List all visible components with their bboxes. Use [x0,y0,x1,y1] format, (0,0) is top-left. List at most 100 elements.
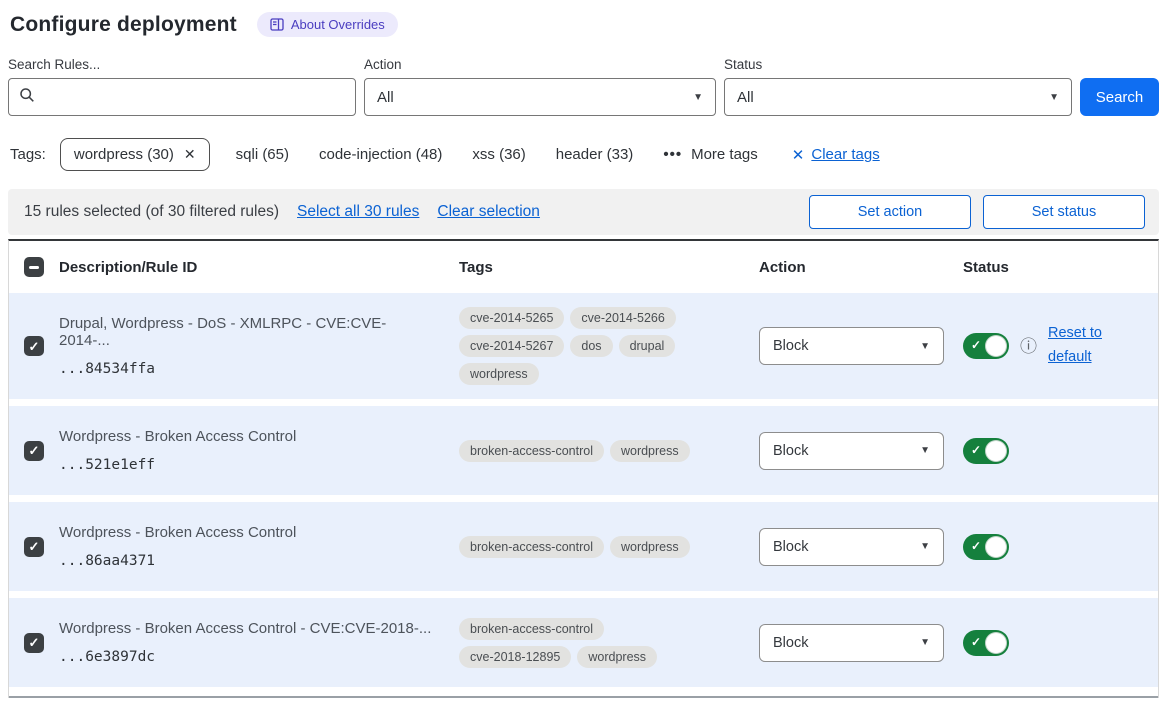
rule-tag-chip: cve-2014-5267 [459,335,564,357]
action-select[interactable]: Block ▼ [759,528,944,566]
action-select[interactable]: Block ▼ [759,327,944,365]
status-toggle[interactable]: ✓ [963,333,1009,359]
check-icon: ✓ [29,636,40,649]
about-overrides-badge[interactable]: About Overrides [257,12,398,37]
rule-tag-chip: wordpress [610,536,690,558]
selected-tag-wordpress[interactable]: wordpress (30) ✕ [60,138,210,171]
rule-tag-chip: cve-2014-5265 [459,307,564,329]
tag-filter[interactable]: header (33) [556,146,634,163]
chevron-down-icon: ▼ [693,92,703,103]
action-filter-value: All [377,89,394,106]
action-filter-select[interactable]: All ▼ [364,78,716,116]
toggle-knob [985,440,1007,462]
rule-id: ...521e1eff [59,457,435,473]
search-rules-field: Search Rules... [8,57,356,116]
action-select-value: Block [773,635,808,651]
rule-tag-chip: broken-access-control [459,618,604,640]
table-body: ✓ Drupal, Wordpress - DoS - XMLRPC - CVE… [9,293,1158,694]
remove-tag-icon[interactable]: ✕ [184,146,196,163]
reset-to-default-link[interactable]: Reset to default [1048,322,1112,370]
clear-tags-label: Clear tags [811,146,879,163]
check-icon: ✓ [29,340,40,353]
status-toggle[interactable]: ✓ [963,534,1009,560]
chevron-down-icon: ▼ [920,637,930,648]
search-button[interactable]: Search [1080,78,1159,116]
check-icon: ✓ [971,635,981,649]
toggle-knob [985,335,1007,357]
status-filter-field: Status All ▼ [724,57,1072,116]
toggle-knob [985,632,1007,654]
tag-filter[interactable]: sqli (65) [236,146,289,163]
set-status-button[interactable]: Set status [983,195,1145,229]
column-status: Status [963,259,1158,276]
rule-tag-chip: cve-2018-12895 [459,646,571,668]
selection-bar: 15 rules selected (of 30 filtered rules)… [8,189,1159,235]
check-icon: ✓ [29,540,40,553]
toggle-knob [985,536,1007,558]
action-select[interactable]: Block ▼ [759,432,944,470]
rule-tag-chip: wordpress [577,646,657,668]
about-overrides-label: About Overrides [291,17,385,32]
table-row: ✓ Wordpress - Broken Access Control ...8… [9,502,1158,598]
select-all-checkbox[interactable] [24,257,44,277]
tag-filter[interactable]: xss (36) [472,146,525,163]
table-row: ✓ Wordpress - Broken Access Control ...5… [9,406,1158,502]
more-tags-button[interactable]: ••• More tags [663,146,757,163]
rule-tag-chip: dos [570,335,612,357]
action-select-value: Block [773,539,808,555]
search-input-wrap [8,78,356,116]
rule-description: Wordpress - Broken Access Control - CVE:… [59,620,435,637]
action-filter-label: Action [364,57,716,72]
rule-tags: broken-access-controlwordpress [459,536,721,558]
column-tags: Tags [459,259,759,276]
action-select-value: Block [773,338,808,354]
status-toggle[interactable]: ✓ [963,438,1009,464]
chevron-down-icon: ▼ [920,541,930,552]
tag-filter[interactable]: code-injection (48) [319,146,442,163]
row-checkbox[interactable]: ✓ [24,336,44,356]
rule-tag-chip: wordpress [610,440,690,462]
row-checkbox[interactable]: ✓ [24,441,44,461]
status-toggle[interactable]: ✓ [963,630,1009,656]
clear-tags-link[interactable]: ✕ Clear tags [792,146,880,164]
chevron-down-icon: ▼ [920,341,930,352]
more-tags-label: More tags [691,146,758,163]
rule-id: ...84534ffa [59,361,435,377]
rule-description: Drupal, Wordpress - DoS - XMLRPC - CVE:C… [59,315,435,349]
tags-bar: Tags: wordpress (30) ✕ sqli (65) code-inj… [10,138,1159,171]
check-icon: ✓ [971,338,981,352]
info-icon[interactable]: ⓘ [1020,338,1037,355]
configure-deployment-page: Configure deployment About Overrides Sea… [0,0,1167,698]
rule-tag-chip: broken-access-control [459,440,604,462]
page-title: Configure deployment [10,13,237,37]
ellipsis-icon: ••• [663,146,682,163]
search-rules-label: Search Rules... [8,57,356,72]
row-checkbox[interactable]: ✓ [24,537,44,557]
status-filter-value: All [737,89,754,106]
search-input[interactable] [44,79,345,115]
check-icon: ✓ [971,539,981,553]
status-filter-select[interactable]: All ▼ [724,78,1072,116]
table-row: ✓ Wordpress - Broken Access Control - CV… [9,598,1158,694]
action-filter-field: Action All ▼ [364,57,716,116]
filters-row: Search Rules... Action All ▼ Status All [8,57,1159,116]
table-header: Description/Rule ID Tags Action Status [9,241,1158,293]
tag-filter-list: sqli (65) code-injection (48) xss (36) head… [236,146,634,163]
indeterminate-icon [29,266,39,269]
action-select[interactable]: Block ▼ [759,624,944,662]
clear-selection-link[interactable]: Clear selection [437,203,540,221]
row-checkbox[interactable]: ✓ [24,633,44,653]
selection-summary: 15 rules selected (of 30 filtered rules) [24,203,279,221]
set-action-button[interactable]: Set action [809,195,971,229]
rule-tag-chip: cve-2014-5266 [570,307,675,329]
rule-id: ...86aa4371 [59,553,435,569]
check-icon: ✓ [29,444,40,457]
column-description: Description/Rule ID [59,259,459,276]
check-icon: ✓ [971,443,981,457]
clear-icon: ✕ [792,146,805,164]
chevron-down-icon: ▼ [1049,92,1059,103]
rule-tag-chip: wordpress [459,363,539,385]
tags-label: Tags: [10,146,46,163]
select-all-link[interactable]: Select all 30 rules [297,203,419,221]
rule-description: Wordpress - Broken Access Control [59,428,435,445]
